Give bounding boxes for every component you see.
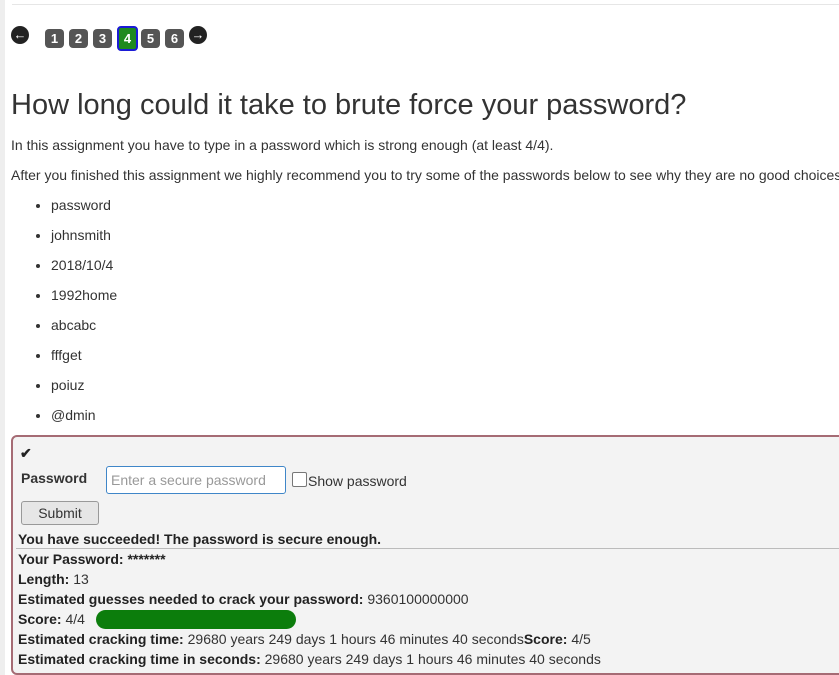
guesses-label: Estimated guesses needed to crack your p… <box>18 591 364 607</box>
checkmark-icon: ✔ <box>20 445 32 461</box>
password-input[interactable] <box>106 466 286 494</box>
page-link-3[interactable]: 3 <box>93 29 112 48</box>
guesses-value: 9360100000000 <box>367 591 469 607</box>
your-password-row: Your Password: ******* <box>18 551 166 567</box>
score-row: Score: 4/4 <box>18 611 85 627</box>
list-item: @dmin <box>51 406 117 436</box>
assignment-recommendation: After you finished this assignment we hi… <box>11 167 839 183</box>
cracking-seconds-row: Estimated cracking time in seconds: 2968… <box>18 651 601 667</box>
list-item: fffget <box>51 346 117 376</box>
list-item: johnsmith <box>51 226 117 256</box>
submit-button[interactable]: Submit <box>21 501 99 525</box>
list-item: 2018/10/4 <box>51 256 117 286</box>
page-link-1[interactable]: 1 <box>45 29 64 48</box>
top-divider <box>12 4 839 5</box>
left-border-strip <box>0 0 5 675</box>
score-label: Score: <box>18 611 62 627</box>
cracking-time-value: 29680 years 249 days 1 hours 46 minutes … <box>187 631 524 647</box>
score-value: 4/4 <box>65 611 85 627</box>
next-page-icon[interactable]: → <box>189 26 207 44</box>
page-link-4-current[interactable]: 4 <box>117 26 138 51</box>
score-inline-label: Score: <box>523 631 568 647</box>
your-password-value: ******* <box>127 551 166 567</box>
length-label: Length: <box>18 571 70 587</box>
cracking-time-row: Estimated cracking time: 29680 years 249… <box>18 631 591 647</box>
page-link-6[interactable]: 6 <box>165 29 184 48</box>
previous-page-icon[interactable]: ← <box>11 26 29 44</box>
show-password-checkbox[interactable] <box>292 472 307 487</box>
length-row: Length: 13 <box>18 571 89 587</box>
page-link-5[interactable]: 5 <box>141 29 160 48</box>
assignment-panel: ✔ Password Show password Submit You have… <box>11 435 839 675</box>
example-password-list: password johnsmith 2018/10/4 1992home ab… <box>19 196 117 436</box>
show-password-toggle[interactable]: Show password <box>292 472 407 489</box>
list-item: poiuz <box>51 376 117 406</box>
your-password-label: Your Password: <box>18 551 124 567</box>
page-title: How long could it take to brute force yo… <box>11 89 687 121</box>
list-item: 1992home <box>51 286 117 316</box>
list-item: abcabc <box>51 316 117 346</box>
strength-meter <box>96 610 296 629</box>
length-value: 13 <box>73 571 89 587</box>
page-link-2[interactable]: 2 <box>69 29 88 48</box>
result-divider <box>16 548 839 549</box>
guesses-row: Estimated guesses needed to crack your p… <box>18 591 469 607</box>
cracking-seconds-label: Estimated cracking time in seconds: <box>18 651 261 667</box>
show-password-label: Show password <box>308 473 407 489</box>
score-inline-value: 4/5 <box>571 631 591 647</box>
cracking-seconds-value: 29680 years 249 days 1 hours 46 minutes … <box>264 651 601 667</box>
success-message: You have succeeded! The password is secu… <box>18 531 382 547</box>
list-item: password <box>51 196 117 226</box>
assignment-intro: In this assignment you have to type in a… <box>11 137 554 153</box>
cracking-time-label: Estimated cracking time: <box>18 631 184 647</box>
password-label: Password <box>21 470 88 486</box>
